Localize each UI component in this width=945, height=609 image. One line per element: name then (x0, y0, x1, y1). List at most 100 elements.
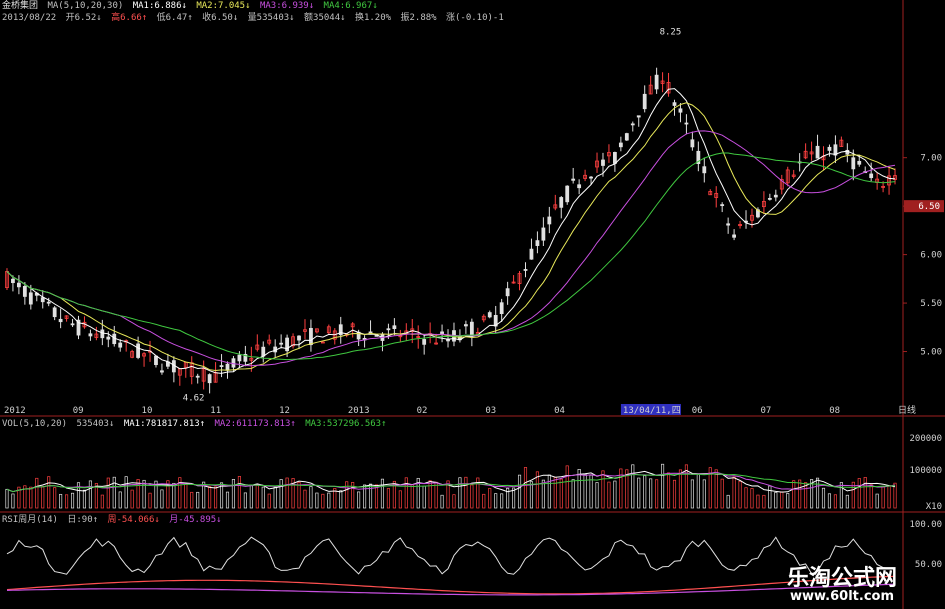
volume-bar (196, 491, 200, 509)
price-header: 金桥集团 MA(5,10,20,30) MA1:6.886↓ MA2:7.045… (2, 1, 382, 12)
candle-body (154, 355, 158, 366)
volume-bar (714, 469, 718, 509)
vol-tick-label: 100000 (909, 466, 942, 476)
candle-body (702, 166, 707, 174)
vol-current: 535403↓ (76, 419, 115, 429)
price-tick-label: 5.50 (920, 299, 942, 309)
candle-body (827, 146, 832, 151)
volume-bar (35, 477, 39, 509)
volume-bar (440, 494, 444, 509)
high-value: 高6.66↑ (111, 13, 148, 23)
date-value: 2013/08/22 (2, 13, 57, 23)
volume-bar (70, 492, 75, 509)
volume-bar (857, 478, 861, 509)
volume-bar (261, 486, 265, 509)
volume-bar (559, 478, 563, 509)
vol-indicator: VOL(5,10,20) (2, 419, 68, 429)
volume-bar (595, 482, 599, 509)
current-price-label: 6.50 (918, 202, 940, 212)
volume-bar (225, 491, 230, 509)
volume-bar (47, 476, 51, 509)
volume-bar (726, 494, 730, 509)
candle-body (392, 325, 397, 329)
volume-bar (815, 477, 820, 509)
volume-bar (613, 480, 617, 509)
watermark-url: www.60lt.com (789, 589, 895, 604)
ma3-line (6, 130, 896, 367)
candle-body (684, 122, 689, 125)
turnover-value: 换1.20% (354, 13, 392, 23)
candle-body (279, 342, 284, 345)
volume-bar (428, 480, 432, 509)
volume-bar (148, 492, 152, 509)
candle-body (630, 123, 635, 126)
price-tick-label: 7.00 (920, 154, 942, 164)
candle-body (672, 102, 677, 106)
candle-body (386, 328, 391, 331)
volume-bar (631, 464, 635, 509)
osc-name: RSI周月(14) (2, 515, 58, 525)
candle-body (88, 333, 93, 337)
candle-body (160, 370, 164, 373)
candle-body (469, 321, 474, 336)
candle-body (654, 74, 659, 90)
volume-bar (565, 465, 569, 509)
volume-bar (297, 482, 301, 509)
candle-body (589, 176, 593, 179)
candle-body (46, 301, 51, 304)
osc-tick-label: 100.00 (909, 520, 942, 530)
volume-bar (434, 481, 438, 509)
low-value: 低6.47↑ (156, 13, 193, 23)
x-tick-label: 06 (692, 406, 703, 416)
osc-month: 月-45.895↓ (169, 515, 222, 525)
volume-bar (786, 493, 790, 509)
volume-bar (118, 491, 122, 509)
volume-bar (583, 474, 587, 509)
volume-bar (732, 476, 736, 509)
candle-body (40, 297, 45, 303)
watermark-title: 乐淘公式网 (786, 566, 897, 591)
volume-bar (368, 483, 373, 509)
volume-bar (160, 489, 164, 509)
price-tick-label: 5.00 (920, 348, 942, 358)
x-tick-label: 2013 (348, 406, 370, 416)
x-tick-label: 10 (142, 406, 153, 416)
vol-tick-label: 200000 (909, 434, 942, 444)
volume-bar (112, 476, 116, 509)
volume-bar (345, 481, 349, 509)
volume-bar (482, 493, 486, 509)
candle-body (529, 248, 534, 260)
open-value: 开6.52↓ (65, 13, 102, 23)
candle-body (767, 197, 772, 200)
x-tick-label: 04 (554, 406, 565, 416)
volume-bar (756, 494, 760, 509)
vol-ma2: MA2:611173.813↑ (214, 419, 296, 429)
candle-body (28, 292, 33, 305)
candle-body (118, 342, 123, 348)
low-annotation: 4.62 (183, 393, 205, 403)
volume-bar (124, 476, 128, 509)
close-value: 收6.50↓ (202, 13, 239, 23)
candle-body (642, 93, 647, 110)
ma2-value: MA2:7.045↓ (196, 1, 251, 11)
candle-body (52, 307, 57, 318)
volume-bar (41, 486, 45, 509)
volume-bar (661, 463, 665, 509)
candle-body (70, 323, 75, 326)
volume-header: VOL(5,10,20) 535403↓ MA1:781817.813↑ MA2… (2, 419, 391, 430)
candle-body (613, 152, 617, 164)
vol-tick-label: X10 (926, 502, 942, 512)
volume-bar (106, 477, 110, 509)
x-tick-label: 02 (417, 406, 428, 416)
volume-bar (285, 477, 289, 509)
volume-bar (273, 486, 277, 509)
volume-bar (172, 482, 176, 509)
candle-body (463, 324, 468, 327)
volume-bar (309, 486, 313, 509)
candle-body (225, 363, 230, 371)
vol-ma3: MA3:537296.563↑ (305, 419, 387, 429)
candle-body (136, 343, 141, 358)
candle-body (100, 329, 105, 339)
volume-bar (410, 484, 414, 509)
candle-body (815, 145, 820, 159)
